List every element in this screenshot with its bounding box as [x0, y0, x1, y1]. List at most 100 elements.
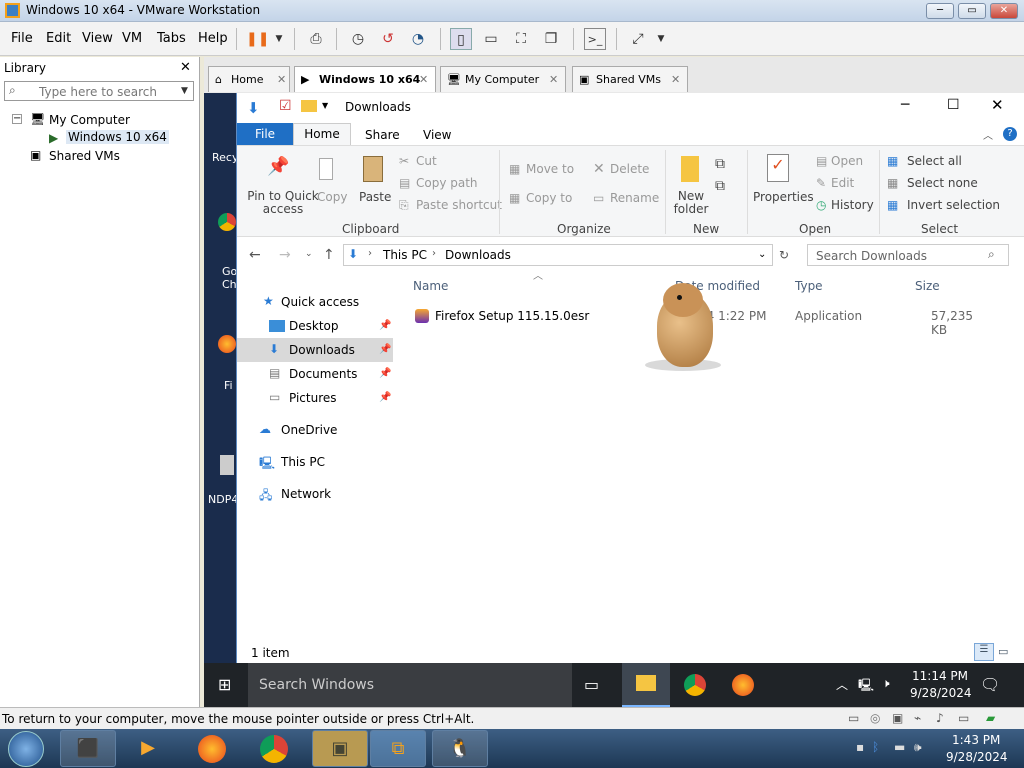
select-all-button[interactable]: Select all: [907, 154, 962, 168]
ribbon-tab-view[interactable]: View: [423, 128, 451, 142]
history-button[interactable]: History: [831, 198, 874, 212]
address-dropdown-icon[interactable]: ⌄: [758, 249, 766, 260]
host-chrome-icon[interactable]: [260, 735, 288, 763]
send-ctrl-alt-del-icon[interactable]: ⎙: [305, 28, 327, 50]
volume-muted-icon[interactable]: 🕨: [882, 676, 890, 691]
firefox-taskbar-icon[interactable]: [732, 674, 754, 696]
firefox-desktop-icon[interactable]: [218, 335, 236, 353]
minimize-button[interactable]: ─: [926, 3, 954, 19]
new-folder-button[interactable]: New folder: [673, 190, 709, 216]
desktop-icon-firefox[interactable]: Fi: [224, 379, 233, 392]
delete-button[interactable]: Delete: [610, 162, 649, 176]
guest-clock-date[interactable]: 9/28/2024: [910, 686, 972, 700]
collapse-toggle-icon[interactable]: −: [12, 114, 22, 124]
menu-edit[interactable]: Edit: [46, 31, 71, 46]
search-downloads-input[interactable]: Search Downloads ⌕: [807, 244, 1009, 266]
maximize-button[interactable]: ▭: [958, 3, 986, 19]
column-type[interactable]: Type: [795, 279, 823, 293]
guest-clock-time[interactable]: 11:14 PM: [912, 669, 968, 683]
tab-close-icon[interactable]: ✕: [671, 73, 680, 86]
forward-icon[interactable]: →: [279, 247, 291, 263]
library-search-input[interactable]: ⌕ Type here to search ▼: [4, 81, 194, 101]
menu-view[interactable]: View: [82, 31, 113, 46]
chevron-down-icon[interactable]: ▼: [181, 86, 188, 96]
menu-vm[interactable]: VM: [122, 31, 142, 46]
tree-item-shared-vms[interactable]: Shared VMs: [49, 149, 120, 163]
thumbnail-bar-icon[interactable]: ▭: [480, 28, 502, 50]
tree-item-my-computer[interactable]: My Computer: [49, 113, 130, 127]
breadcrumb-this-pc[interactable]: This PC: [383, 248, 427, 262]
windows-start-icon[interactable]: ⊞: [218, 675, 231, 694]
up-icon[interactable]: ↑: [323, 247, 335, 263]
copy-path-button[interactable]: Copy path: [416, 176, 478, 190]
tab-close-icon[interactable]: ✕: [277, 73, 286, 86]
explorer-close-icon[interactable]: ✕: [991, 96, 1004, 114]
pin-to-quick-access-button[interactable]: Pin to Quick access: [243, 190, 323, 216]
chrome-taskbar-icon[interactable]: [684, 674, 706, 696]
show-library-icon[interactable]: ▯: [450, 28, 472, 50]
unity-icon[interactable]: ❐: [540, 28, 562, 50]
usb-icon[interactable]: ⌁: [914, 711, 921, 725]
nav-quick-access[interactable]: Quick access: [281, 295, 359, 309]
recent-locations-icon[interactable]: ⌄: [305, 249, 313, 259]
tray-chevron-icon[interactable]: ︿: [836, 676, 848, 693]
ribbon-tab-share[interactable]: Share: [365, 128, 400, 142]
menu-help[interactable]: Help: [198, 31, 228, 46]
nav-network[interactable]: Network: [281, 487, 331, 501]
host-firefox-icon[interactable]: [198, 735, 226, 763]
taskbar-explorer-button[interactable]: [622, 663, 670, 707]
sound-card-icon[interactable]: ♪: [936, 711, 944, 725]
menu-file[interactable]: File: [11, 31, 33, 46]
tab-close-icon[interactable]: ✕: [549, 73, 558, 86]
nav-pictures[interactable]: Pictures: [289, 391, 337, 405]
back-icon[interactable]: ←: [249, 247, 261, 263]
edit-button[interactable]: Edit: [831, 176, 854, 190]
ribbon-collapse-icon[interactable]: ︿: [983, 127, 993, 142]
column-size[interactable]: Size: [915, 279, 940, 293]
tree-item-windows-10[interactable]: Windows 10 x64: [66, 130, 169, 144]
properties-button[interactable]: Properties: [753, 190, 814, 204]
quick-access-toolbar-dropdown-icon[interactable]: ▼: [322, 101, 328, 110]
nav-onedrive[interactable]: OneDrive: [281, 423, 337, 437]
stretch-guest-icon[interactable]: ⤢: [627, 28, 649, 50]
host-clock-time[interactable]: 1:43 PM: [952, 733, 1000, 747]
nav-downloads[interactable]: Downloads: [289, 343, 355, 357]
host-vmware-icon[interactable]: ⧉: [370, 730, 426, 767]
host-bluetooth-icon[interactable]: ᛒ: [872, 740, 879, 754]
nav-documents[interactable]: Documents: [289, 367, 357, 381]
rename-button[interactable]: Rename: [610, 191, 659, 205]
host-app-terminal-icon[interactable]: ⬛: [60, 730, 116, 767]
pause-dropdown-icon[interactable]: ▼: [268, 28, 290, 50]
move-to-button[interactable]: Move to: [526, 162, 574, 176]
help-icon[interactable]: ?: [1003, 127, 1017, 141]
hard-disk-icon[interactable]: ▭: [848, 711, 859, 725]
ribbon-tab-file[interactable]: File: [237, 123, 293, 145]
tab-my-computer[interactable]: 🖥 My Computer ✕: [440, 66, 566, 92]
snapshot-icon[interactable]: ◷: [347, 28, 369, 50]
folder-quick-icon[interactable]: [301, 100, 317, 112]
new-item-icon[interactable]: ⧉: [715, 156, 725, 172]
select-none-button[interactable]: Select none: [907, 176, 978, 190]
message-log-icon[interactable]: ▰: [986, 711, 995, 725]
host-clock-date[interactable]: 9/28/2024: [946, 750, 1008, 764]
menu-tabs[interactable]: Tabs: [157, 31, 186, 46]
tab-shared-vms[interactable]: ▣ Shared VMs ✕: [572, 66, 688, 92]
easy-access-icon[interactable]: ⧉: [715, 178, 725, 194]
tab-home[interactable]: ⌂ Home ✕: [208, 66, 290, 92]
host-volume-icon[interactable]: 🕪: [914, 740, 922, 755]
network-adapter-icon[interactable]: ▣: [892, 711, 903, 725]
breadcrumb-downloads[interactable]: Downloads: [445, 248, 511, 262]
refresh-icon[interactable]: ↻: [779, 248, 789, 262]
cut-button[interactable]: Cut: [416, 154, 437, 168]
host-monitor-icon[interactable]: ▬: [894, 740, 905, 754]
nav-desktop[interactable]: Desktop: [289, 319, 339, 333]
ndp-installer-icon[interactable]: [220, 455, 234, 475]
explorer-maximize-icon[interactable]: ☐: [947, 97, 960, 113]
host-media-player-icon[interactable]: ▶: [120, 730, 176, 767]
column-name[interactable]: Name: [413, 279, 448, 293]
display-icon[interactable]: ▭: [958, 711, 969, 725]
chrome-desktop-icon[interactable]: [218, 213, 236, 231]
explorer-minimize-icon[interactable]: ─: [901, 97, 909, 113]
guest-search-box[interactable]: Search Windows: [248, 663, 572, 707]
network-tray-icon[interactable]: 🖳: [858, 676, 874, 697]
